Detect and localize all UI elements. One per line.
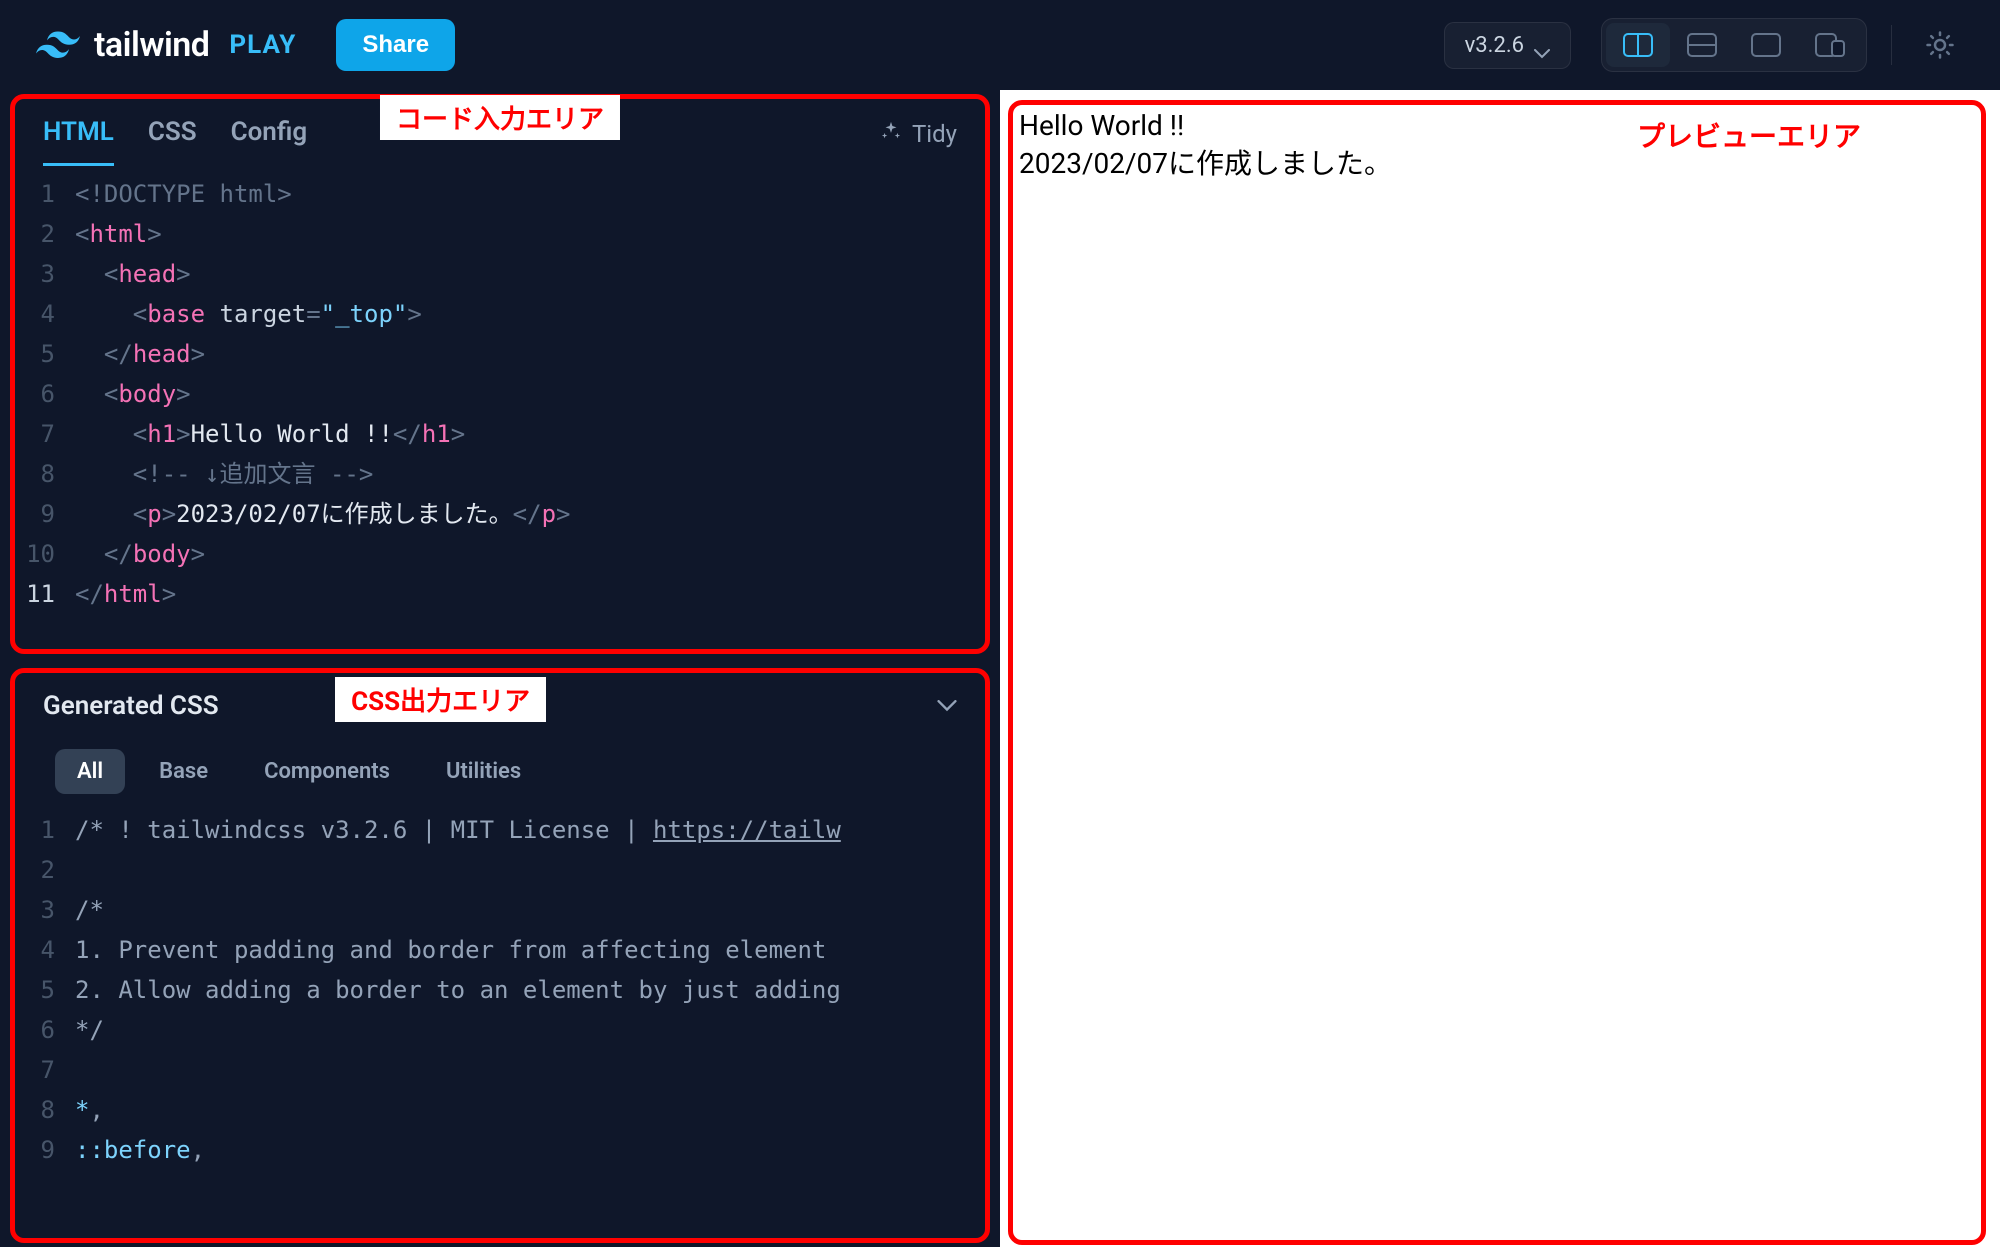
sun-icon [1925, 30, 1955, 60]
css-line[interactable]: 41. Prevent padding and border from affe… [15, 930, 985, 970]
code-line[interactable]: 4 <base target="_top"> [15, 294, 985, 334]
filter-base[interactable]: Base [137, 749, 230, 794]
code-line[interactable]: 10 </body> [15, 534, 985, 574]
code-line[interactable]: 1<!DOCTYPE html> [15, 174, 985, 214]
layout-preview-only-button[interactable] [1734, 23, 1798, 67]
annotation-code-area: コード入力エリア [380, 95, 620, 140]
generated-css-area: Generated CSS CSS出力エリア All Base Componen… [10, 668, 990, 1243]
tidy-label: Tidy [912, 120, 957, 148]
logo-text: tailwind [94, 25, 209, 65]
html-editor[interactable]: 1<!DOCTYPE html>2<html>3 <head>4 <base t… [15, 166, 985, 649]
layout-split-vertical-button[interactable] [1606, 23, 1670, 67]
generated-css-toggle[interactable] [937, 697, 957, 716]
css-line[interactable]: 2 [15, 850, 985, 890]
generated-css-viewer[interactable]: 1/* ! tailwindcss v3.2.6 | MIT License |… [15, 802, 985, 1238]
logo[interactable]: tailwind PLAY [36, 25, 296, 65]
chevron-down-icon [1534, 40, 1550, 50]
version-label: v3.2.6 [1465, 33, 1524, 58]
filter-utilities[interactable]: Utilities [424, 749, 543, 794]
code-line[interactable]: 3 <head> [15, 254, 985, 294]
filter-all[interactable]: All [55, 749, 125, 794]
sparkles-icon [880, 120, 902, 148]
css-line[interactable]: 52. Allow adding a border to an element … [15, 970, 985, 1010]
tab-config[interactable]: Config [231, 117, 308, 166]
code-input-area: コード入力エリア HTML CSS Config Tidy 1<!DOCTYPE… [10, 94, 990, 654]
code-line[interactable]: 9 <p>2023/02/07に作成しました。</p> [15, 494, 985, 534]
main-area: コード入力エリア HTML CSS Config Tidy 1<!DOCTYPE… [0, 90, 2000, 1247]
layout-split-horizontal-button[interactable] [1670, 23, 1734, 67]
layout-switcher [1601, 18, 1867, 72]
left-column: コード入力エリア HTML CSS Config Tidy 1<!DOCTYPE… [0, 90, 1000, 1247]
code-line[interactable]: 5 </head> [15, 334, 985, 374]
header-divider [1891, 25, 1892, 65]
right-column: プレビューエリア Hello World !! 2023/02/07に作成しまし… [1000, 90, 2000, 1247]
filter-components[interactable]: Components [242, 749, 412, 794]
layout-responsive-button[interactable] [1798, 23, 1862, 67]
css-line[interactable]: 7 [15, 1050, 985, 1090]
css-line[interactable]: 8*, [15, 1090, 985, 1130]
code-line[interactable]: 8 <!-- ↓追加文言 --> [15, 454, 985, 494]
code-line[interactable]: 2<html> [15, 214, 985, 254]
css-line[interactable]: 6*/ [15, 1010, 985, 1050]
annotation-css-area: CSS出力エリア [335, 677, 546, 722]
app-header: tailwind PLAY Share v3.2.6 [0, 0, 2000, 90]
tidy-button[interactable]: Tidy [880, 120, 957, 164]
annotation-preview-area: プレビューエリア [1637, 115, 1861, 155]
code-line[interactable]: 6 <body> [15, 374, 985, 414]
logo-play: PLAY [229, 30, 296, 60]
css-line[interactable]: 9::before, [15, 1130, 985, 1170]
tab-css[interactable]: CSS [148, 117, 197, 166]
version-selector[interactable]: v3.2.6 [1444, 22, 1571, 69]
share-button[interactable]: Share [336, 19, 455, 71]
generated-css-title: Generated CSS [43, 691, 219, 721]
css-filter-row: All Base Components Utilities [15, 731, 985, 802]
generated-css-header: Generated CSS CSS出力エリア [15, 673, 985, 731]
theme-toggle-button[interactable] [1916, 21, 1964, 69]
code-line[interactable]: 7 <h1>Hello World !!</h1> [15, 414, 985, 454]
preview-area: プレビューエリア Hello World !! 2023/02/07に作成しまし… [1008, 100, 1986, 1245]
code-line[interactable]: 11</html> [15, 574, 985, 614]
tab-html[interactable]: HTML [43, 117, 114, 166]
css-line[interactable]: 1/* ! tailwindcss v3.2.6 | MIT License |… [15, 810, 985, 850]
css-line[interactable]: 3/* [15, 890, 985, 930]
tailwind-logo-icon [36, 31, 80, 59]
